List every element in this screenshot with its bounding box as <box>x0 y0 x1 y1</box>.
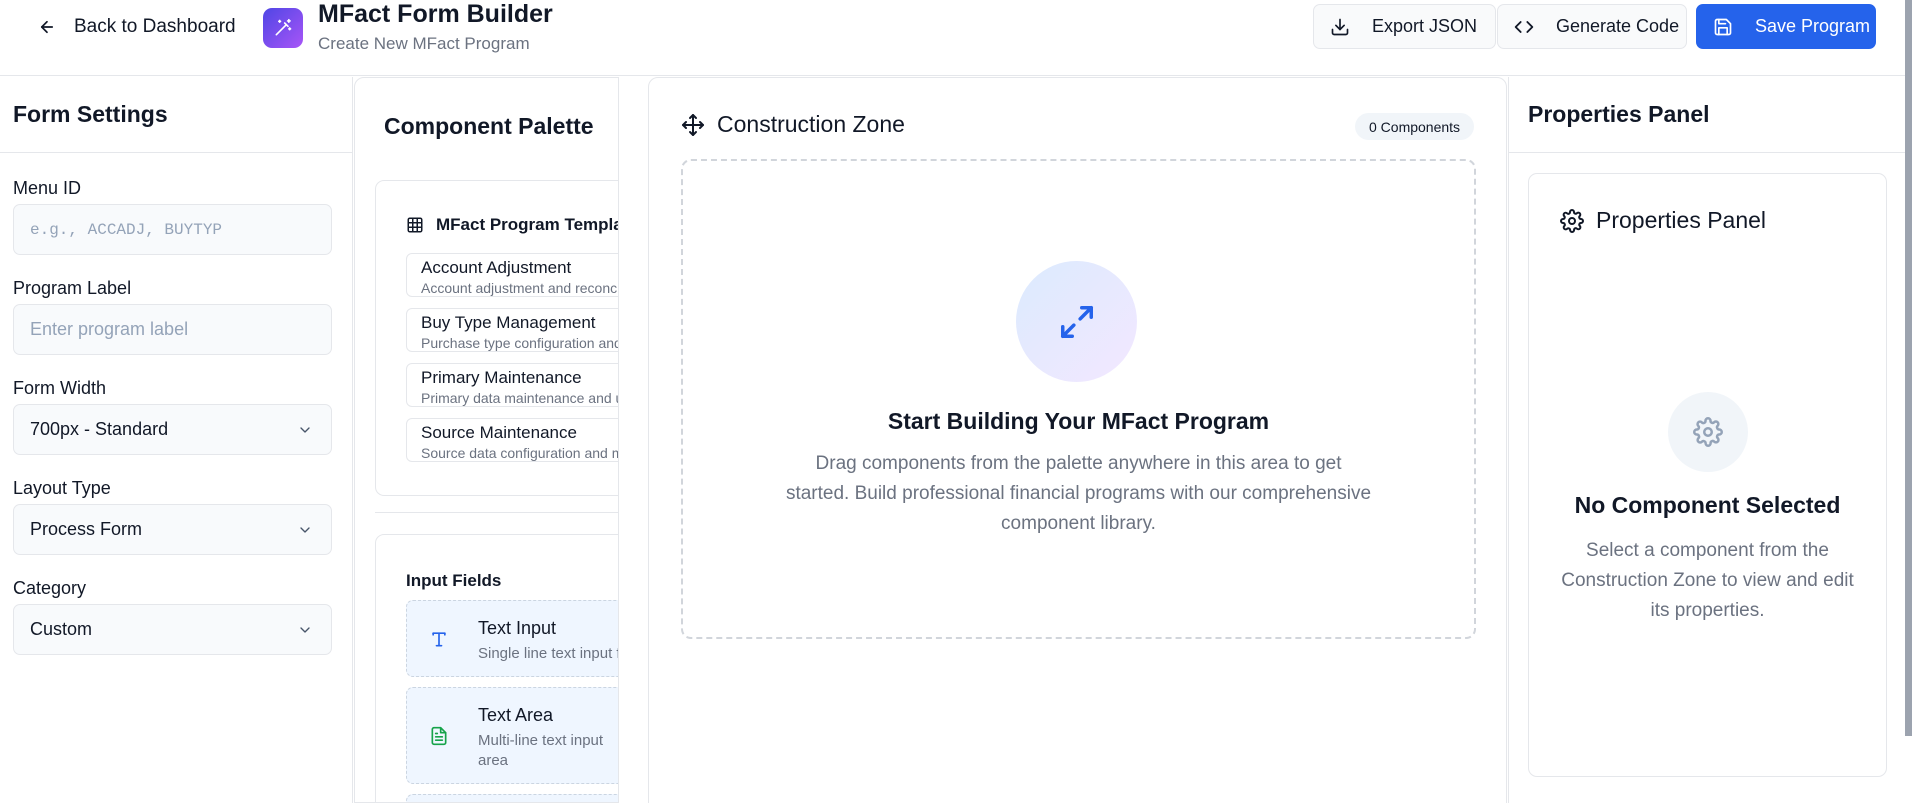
category-label: Category <box>13 578 87 598</box>
component-next[interactable] <box>406 794 618 802</box>
gear-icon <box>1560 208 1584 233</box>
code-icon <box>1514 20 1534 33</box>
component-palette-title: Component Palette <box>384 113 594 139</box>
component-count-badge: 0 Components <box>1355 113 1475 140</box>
divider <box>375 512 618 513</box>
move-icon <box>682 113 704 136</box>
construction-zone-title: Construction Zone <box>717 111 905 137</box>
no-component-selected-text: Select a component from the Construction… <box>1561 540 1854 621</box>
template-buy-type-management[interactable]: Buy Type Management Purchase type config… <box>406 308 618 352</box>
export-json-label: Export JSON <box>1372 16 1478 36</box>
menu-id-input[interactable]: e.g., ACCADJ, BUYTYP <box>13 204 332 255</box>
top-header: Back to Dashboard MFact Form Builder Cre… <box>0 0 1912 76</box>
category-select[interactable]: Custom <box>13 604 332 655</box>
generate-code-button[interactable]: Generate Code <box>1497 4 1687 49</box>
component-name: Text Input <box>478 618 557 638</box>
magic-wand-logo-icon <box>263 8 303 48</box>
divider <box>0 152 353 153</box>
chevron-down-icon <box>300 627 310 633</box>
expand-icon <box>1060 305 1093 338</box>
component-desc: Multi-line text input area <box>478 732 604 769</box>
template-name: Account Adjustment <box>421 258 572 277</box>
chevron-down-icon <box>300 427 310 433</box>
document-icon <box>431 726 447 746</box>
layout-type-label: Layout Type <box>13 478 111 498</box>
properties-card: Properties Panel No Component Selected S… <box>1528 173 1887 777</box>
save-icon <box>1714 18 1732 35</box>
template-account-adjustment[interactable]: Account Adjustment Account adjustment an… <box>406 253 619 297</box>
gear-icon <box>1693 417 1723 447</box>
component-desc: Single line text input field <box>478 645 618 662</box>
template-desc: Source data configuration and management <box>421 445 618 461</box>
app-title: MFact Form Builder <box>318 0 553 28</box>
generate-code-label: Generate Code <box>1556 16 1680 36</box>
template-desc: Purchase type configuration and setup <box>421 335 618 351</box>
export-json-button[interactable]: Export JSON <box>1313 4 1496 49</box>
back-label: Back to Dashboard <box>74 16 236 37</box>
properties-panel: Properties Panel Properties Panel No Com… <box>1508 77 1912 803</box>
back-to-dashboard-button[interactable]: Back to Dashboard <box>38 14 236 40</box>
save-program-label: Save Program <box>1755 16 1871 36</box>
program-templates-title: MFact Program Templates <box>436 215 618 234</box>
app-subtitle: Create New MFact Program <box>318 34 530 53</box>
template-name: Primary Maintenance <box>421 368 582 387</box>
program-templates-header: MFact Program Templates <box>406 215 618 235</box>
program-label-input[interactable]: Enter program label <box>13 304 332 355</box>
empty-state-title: Start Building Your MFact Program <box>887 408 1270 434</box>
page-scrollbar[interactable] <box>1905 0 1912 736</box>
template-primary-maintenance[interactable]: Primary Maintenance Primary data mainten… <box>406 363 618 407</box>
template-name: Source Maintenance <box>421 423 577 442</box>
construction-zone-panel: Construction Zone 0 Components Start Bui… <box>648 77 1507 803</box>
form-settings-panel: Form Settings Menu ID e.g., ACCADJ, BUYT… <box>0 77 353 803</box>
properties-card-title: Properties Panel <box>1596 207 1767 233</box>
form-width-value: 700px - Standard <box>30 419 169 439</box>
download-icon <box>1331 18 1349 35</box>
template-name: Buy Type Management <box>421 313 596 332</box>
form-settings-title: Form Settings <box>13 101 168 127</box>
arrow-left-icon <box>40 20 54 34</box>
template-desc: Account adjustment and reconciliation <box>421 280 619 296</box>
drop-area[interactable]: Start Building Your MFact Program Drag c… <box>681 159 1476 639</box>
menu-id-label: Menu ID <box>13 178 82 198</box>
component-name: Text Area <box>478 705 554 725</box>
empty-state-text: Drag components from the palette anywher… <box>785 453 1372 534</box>
input-fields-card: Input Fields Text Input Single line text… <box>375 534 618 802</box>
category-value: Custom <box>30 619 93 639</box>
layout-type-value: Process Form <box>30 519 143 539</box>
divider <box>1509 152 1912 153</box>
input-fields-title: Input Fields <box>406 571 502 590</box>
template-desc: Primary data maintenance and updates <box>421 390 618 406</box>
component-text-input[interactable]: Text Input Single line text input field <box>406 600 618 677</box>
program-label-label: Program Label <box>13 278 132 298</box>
chevron-down-icon <box>300 527 310 533</box>
form-width-select[interactable]: 700px - Standard <box>13 404 332 455</box>
no-component-selected-title: No Component Selected <box>1574 492 1841 518</box>
construction-zone-header: Construction Zone <box>681 111 905 138</box>
save-program-button[interactable]: Save Program <box>1696 4 1876 49</box>
properties-card-header: Properties Panel <box>1560 207 1766 234</box>
component-palette-panel: Component Palette MFact Program Template… <box>354 77 619 803</box>
program-templates-card: MFact Program Templates Account Adjustme… <box>375 180 619 496</box>
expand-icon-circle <box>1016 261 1137 382</box>
component-text-area[interactable]: Text Area Multi-line text input area <box>406 687 618 784</box>
text-icon <box>432 632 446 647</box>
template-source-maintenance[interactable]: Source Maintenance Source data configura… <box>406 418 618 462</box>
layout-type-select[interactable]: Process Form <box>13 504 332 555</box>
grid-table-icon <box>407 217 423 233</box>
form-width-label: Form Width <box>13 378 107 398</box>
properties-panel-title: Properties Panel <box>1528 101 1710 127</box>
gear-icon-circle <box>1668 392 1748 472</box>
